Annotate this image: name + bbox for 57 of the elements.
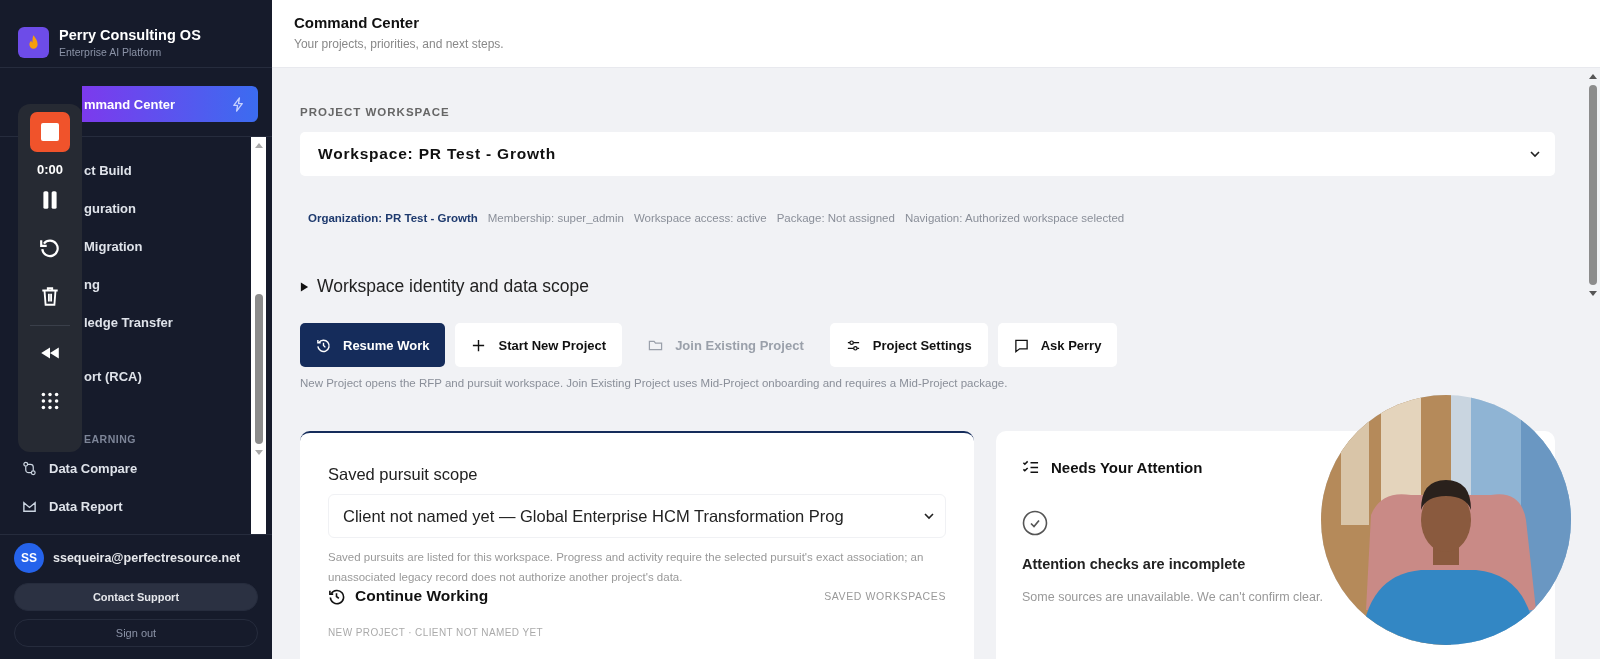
app-subtitle: Enterprise AI Platform [59,46,163,58]
compare-icon [22,460,37,476]
chat-icon [1013,337,1029,353]
meta-text: Membership: super_admin [487,212,624,224]
organization-label: Organization: PR Test - Growth [308,212,478,224]
user-email: ssequeira@perfectresource.net [53,551,241,565]
app-title: Perry Consulting OS [59,27,201,43]
help-text: Saved pursuits are listed for this workspace. Progress and activity require the selected pursuit's exact association; an unassociated legacy record does not authorize another project's data. [328,550,925,585]
user-avatar: SS [14,543,44,573]
plus-icon [471,337,487,353]
page-title: Command Center [294,14,420,31]
chevron-down-icon [1529,148,1541,160]
sliders-icon [845,337,861,353]
history-icon [316,337,331,353]
grid-icon[interactable] [39,390,61,412]
scrollbar[interactable] [251,137,266,534]
item-label: NEW PROJECT · CLIENT NOT NAMED YET [328,627,544,638]
restart-icon[interactable] [39,237,61,259]
nav-item[interactable]: guration [84,189,251,227]
status-title: Attention checks are incomplete [1022,556,1246,572]
meta-text: Workspace access: active [633,212,767,224]
workspace-select[interactable]: Workspace: PR Test - Growth [300,132,1555,176]
meta-text: Package: Not assigned [776,212,895,224]
nav-item[interactable]: mmand Center [82,86,258,122]
bolt-icon [231,96,246,112]
action-button[interactable]: Project Settings [829,323,988,367]
pursuit-select[interactable]: Client not named yet — Global Enterprise HCM Transformation Prog [328,494,946,538]
support-button[interactable]: Contact Support [14,583,258,611]
section-heading: EARNING [84,433,136,445]
history-icon [328,587,345,605]
nav-item[interactable]: Migration [84,227,251,265]
triangle-icon [300,281,309,292]
card-title: Needs Your Attention [1051,459,1203,476]
page-subtitle: Your projects, priorities, and next steps. [294,37,504,51]
recording-time: 0:00 [37,162,63,177]
nav-item[interactable]: ledge Transfer [84,303,251,341]
chevron-down-icon [923,510,935,522]
check-circle-icon [1022,510,1048,536]
details-toggle[interactable]: Workspace identity and data scope [300,276,590,297]
status-text: Some sources are unavailable. We can't confirm clear. [1022,589,1324,606]
checklist-icon [1022,459,1039,476]
field-label: Saved pursuit scope [328,465,478,484]
trash-icon[interactable] [39,285,61,307]
stop-button[interactable] [30,112,70,152]
section-title: Continue Working [355,587,489,605]
nav-item[interactable]: ng [84,265,251,303]
action-button[interactable]: Ask Perry [997,323,1118,367]
help-text: New Project opens the RFP and pursuit workspace. Join Existing Project uses Mid-Project onboarding and requires a Mid-Project package. [300,377,1008,389]
action-button[interactable]: Resume Work [300,323,446,367]
nav-item[interactable]: Data Compare [0,449,251,487]
nav-item[interactable]: ct Build [84,151,251,189]
action-button[interactable]: Start New Project [455,323,623,367]
field-label: PROJECT WORKSPACE [300,106,450,118]
logo-icon [18,27,49,58]
meta-text: Navigation: Authorized workspace selected [904,212,1125,224]
nav-item[interactable]: ort (RCA) [84,357,251,395]
nav-item[interactable]: Data Report [0,487,251,525]
